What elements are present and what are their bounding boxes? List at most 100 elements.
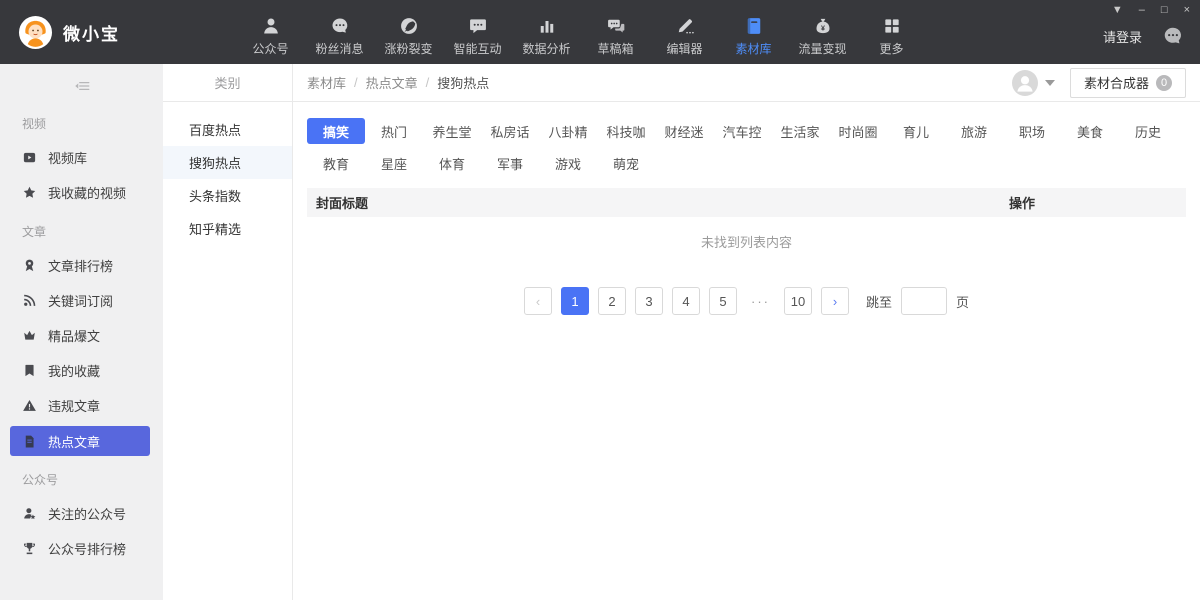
sidebar-item[interactable]: 关键词订阅 [0, 283, 163, 318]
tag[interactable]: 萌宠 [597, 150, 655, 176]
sidebar-item[interactable]: 我的收藏 [0, 353, 163, 388]
sidebar-section-label: 公众号 [0, 458, 163, 496]
breadcrumb-item: / [426, 75, 430, 90]
tag[interactable]: 职场 [1003, 118, 1061, 144]
page-button[interactable]: 4 [672, 287, 700, 315]
user-star-icon [22, 506, 37, 521]
topnav-item[interactable]: 智能互动 [443, 16, 512, 57]
app-logo: 微小宝 [0, 15, 182, 50]
main-header: 素材库/热点文章/搜狗热点 素材合成器 0 [293, 64, 1200, 102]
sidebar-item[interactable]: 视频库 [0, 140, 163, 175]
composer-count-badge: 0 [1156, 75, 1172, 91]
avatar[interactable] [1012, 70, 1038, 96]
document-icon [22, 434, 37, 449]
window-controls: ▼ – □ × [1112, 3, 1190, 17]
tag[interactable]: 养生堂 [423, 118, 481, 144]
tag[interactable]: 星座 [365, 150, 423, 176]
topnav-item[interactable]: 粉丝消息 [305, 16, 374, 57]
sidebar-item[interactable]: 文章排行榜 [0, 248, 163, 283]
topbar: ▼ – □ × 微小宝 公众号 粉丝消息 [0, 0, 1200, 64]
bar-chart-icon [537, 16, 557, 36]
page-button[interactable]: ‹ [524, 287, 552, 315]
topnav-item[interactable]: 数据分析 [512, 16, 581, 57]
sidebar-item[interactable]: 关注的公众号 [0, 496, 163, 531]
topnav-item[interactable]: 草稿箱 [581, 16, 650, 57]
tag[interactable]: 热门 [365, 118, 423, 144]
tag-filter: 搞笑热门养生堂私房话八卦精科技咖财经迷汽车控生活家时尚圈育儿旅游职场美食历史教育… [307, 118, 1187, 176]
tag[interactable]: 游戏 [539, 150, 597, 176]
tray-menu-button[interactable]: ▼ [1112, 3, 1123, 17]
page-button[interactable]: 2 [598, 287, 626, 315]
category-column: 类别 百度热点 搜狗热点 头条指数 知乎精选 [163, 64, 293, 600]
content-area: 搞笑热门养生堂私房话八卦精科技咖财经迷汽车控生活家时尚圈育儿旅游职场美食历史教育… [293, 102, 1200, 315]
tag[interactable]: 搞笑 [307, 118, 365, 144]
page-button[interactable]: 1 [561, 287, 589, 315]
tag[interactable]: 军事 [481, 150, 539, 176]
svg-text:¥: ¥ [821, 24, 825, 32]
chevron-down-icon[interactable] [1045, 80, 1055, 86]
rss-icon [22, 293, 37, 308]
category-item[interactable]: 头条指数 [163, 179, 292, 212]
sidebar-item[interactable]: 我收藏的视频 [0, 175, 163, 210]
page-button[interactable]: › [821, 287, 849, 315]
tag[interactable]: 美食 [1061, 118, 1119, 144]
sidebar: 视频 视频库 我收藏的视频 文章 [0, 64, 163, 600]
tag[interactable]: 生活家 [771, 118, 829, 144]
topnav-item[interactable]: 公众号 [236, 16, 305, 57]
tag[interactable]: 科技咖 [597, 118, 655, 144]
page-button[interactable]: 10 [784, 287, 812, 315]
rocket-icon [399, 16, 419, 36]
feedback-icon[interactable] [1162, 25, 1184, 47]
tag[interactable]: 育儿 [887, 118, 945, 144]
tag[interactable]: 体育 [423, 150, 481, 176]
material-composer-button[interactable]: 素材合成器 0 [1070, 68, 1186, 98]
tag[interactable]: 教育 [307, 150, 365, 176]
page-button[interactable]: 5 [709, 287, 737, 315]
sidebar-item[interactable]: 精品爆文 [0, 318, 163, 353]
grid-icon [882, 16, 902, 36]
main-panel: 素材库/热点文章/搜狗热点 素材合成器 0 搞笑热门养生堂私房话八卦精科技咖财经… [293, 64, 1200, 600]
breadcrumb-item[interactable]: 素材库 [307, 73, 346, 92]
page-jump: 跳至 页 [866, 287, 969, 315]
tag[interactable]: 时尚圈 [829, 118, 887, 144]
minimize-button[interactable]: – [1139, 3, 1145, 17]
tag[interactable]: 旅游 [945, 118, 1003, 144]
sidebar-section-label: 视频 [0, 102, 163, 140]
tag[interactable]: 汽车控 [713, 118, 771, 144]
login-button[interactable]: 请登录 [1103, 27, 1142, 46]
jump-page-input[interactable] [901, 287, 947, 315]
sidebar-item[interactable]: 违规文章 [0, 388, 163, 423]
sidebar-section-label: 文章 [0, 210, 163, 248]
tag[interactable]: 历史 [1119, 118, 1177, 144]
category-item[interactable]: 知乎精选 [163, 212, 292, 245]
topnav-item[interactable]: 涨粉裂变 [374, 16, 443, 57]
tag[interactable]: 私房话 [481, 118, 539, 144]
topnav-item[interactable]: 更多 [857, 16, 926, 57]
sidebar-item[interactable]: 公众号排行榜 [0, 531, 163, 566]
chat-round-icon [330, 16, 350, 36]
topnav-item[interactable]: 素材库 [719, 16, 788, 57]
sidebar-collapse-button[interactable] [0, 70, 163, 102]
topnav-item[interactable]: 编辑器 [650, 16, 719, 57]
close-button[interactable]: × [1184, 3, 1190, 17]
trophy-icon [22, 541, 37, 556]
chat-square-icon [468, 16, 488, 36]
pencil-icon [675, 16, 695, 36]
page-button[interactable]: 3 [635, 287, 663, 315]
column-action: 操作 [1009, 193, 1035, 212]
mascot-logo-icon [18, 15, 53, 50]
app-name: 微小宝 [63, 20, 120, 45]
breadcrumb-item[interactable]: 搜狗热点 [437, 73, 489, 92]
tag[interactable]: 八卦精 [539, 118, 597, 144]
tag[interactable]: 财经迷 [655, 118, 713, 144]
category-item[interactable]: 搜狗热点 [163, 146, 292, 179]
crown-icon [22, 328, 37, 343]
star-icon [22, 185, 37, 200]
maximize-button[interactable]: □ [1161, 3, 1168, 17]
top-navigation: 公众号 粉丝消息 涨粉裂变 智能互动 数据分析 [236, 16, 926, 57]
breadcrumb-item[interactable]: 热点文章 [366, 73, 418, 92]
medal-icon [22, 258, 37, 273]
sidebar-item[interactable]: 热点文章 [10, 426, 150, 456]
category-item[interactable]: 百度热点 [163, 113, 292, 146]
topnav-item[interactable]: ¥ 流量变现 [788, 16, 857, 57]
